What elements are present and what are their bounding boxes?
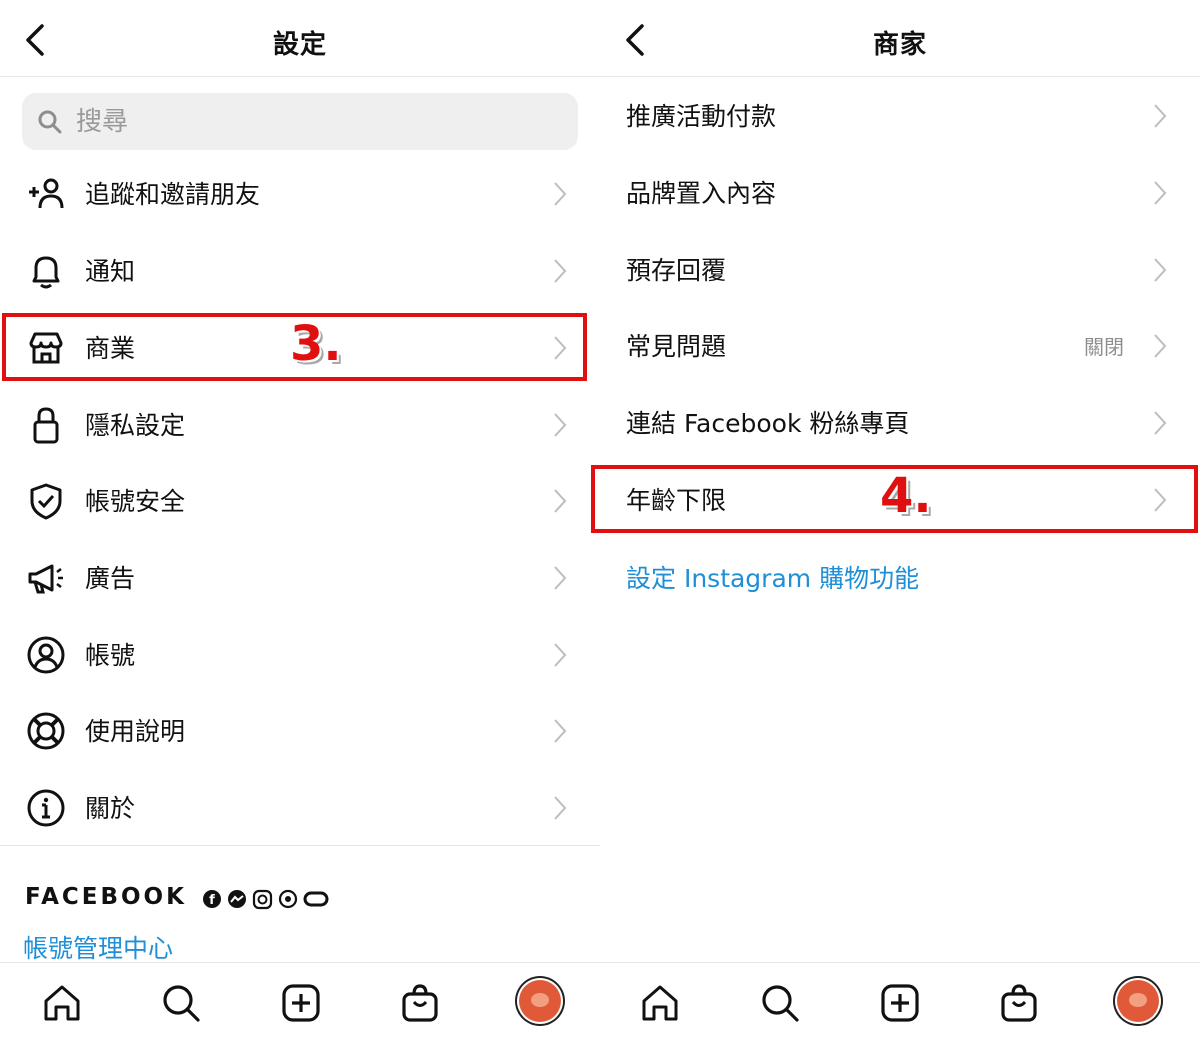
facebook-icon: f xyxy=(203,890,221,908)
accounts-center-link[interactable]: 帳號管理中心 xyxy=(23,929,173,965)
settings-item-label: 帳號 xyxy=(85,641,136,670)
settings-item-notifications[interactable]: 通知 xyxy=(0,232,600,308)
settings-item-account[interactable]: 帳號 xyxy=(0,616,600,692)
business-item-connect-facebook-page[interactable]: 連結 Facebook 粉絲專頁 xyxy=(600,384,1200,460)
business-item-branded-content[interactable]: 品牌置入內容 xyxy=(600,154,1200,230)
chevron-right-icon xyxy=(554,643,567,667)
chevron-right-icon xyxy=(554,259,567,283)
search-icon xyxy=(38,110,62,134)
business-item-faq[interactable]: 常見問題 關閉 xyxy=(600,307,1200,383)
chevron-right-icon xyxy=(1154,181,1167,205)
settings-item-label: 隱私設定 xyxy=(85,411,186,440)
profile-avatar[interactable] xyxy=(1117,980,1159,1022)
shield-check-icon xyxy=(30,483,62,520)
home-icon[interactable] xyxy=(638,981,682,1025)
business-item-label: 品牌置入內容 xyxy=(626,179,777,208)
settings-item-label: 追蹤和邀請朋友 xyxy=(85,180,261,209)
chevron-right-icon xyxy=(554,566,567,590)
business-panel: 商家 推廣活動付款 品牌置入內容 預存回覆 常見問題 關閉 連結 Faceboo… xyxy=(591,0,1200,1041)
bell-icon xyxy=(32,256,60,289)
oculus-icon xyxy=(303,891,329,907)
chevron-right-icon xyxy=(1154,411,1167,435)
user-circle-icon xyxy=(27,636,65,674)
add-person-icon xyxy=(29,178,64,209)
settings-header: 設定 xyxy=(0,0,600,77)
settings-item-label: 使用說明 xyxy=(85,717,186,746)
business-item-label: 連結 Facebook 粉絲專頁 xyxy=(626,409,910,438)
search-icon[interactable] xyxy=(159,981,203,1025)
new-post-icon[interactable] xyxy=(878,981,922,1025)
settings-item-help[interactable]: 使用說明 xyxy=(0,692,600,768)
setup-shopping-link[interactable]: 設定 Instagram 購物功能 xyxy=(626,559,919,595)
step-annotation: 3. xyxy=(290,316,342,372)
chevron-right-icon xyxy=(554,719,567,743)
chevron-right-icon xyxy=(1154,334,1167,358)
search-input[interactable] xyxy=(74,101,558,143)
home-icon[interactable] xyxy=(40,981,84,1025)
step-annotation: 4. xyxy=(880,468,932,524)
profile-avatar[interactable] xyxy=(519,980,561,1022)
status-text: 關閉 xyxy=(1084,335,1124,359)
messenger-icon xyxy=(228,890,246,908)
info-icon xyxy=(27,789,65,827)
business-item-saved-replies[interactable]: 預存回覆 xyxy=(600,231,1200,307)
settings-item-label: 通知 xyxy=(85,257,136,286)
settings-item-follow-invite[interactable]: 追蹤和邀請朋友 xyxy=(0,155,600,231)
settings-item-about[interactable]: 關於 xyxy=(0,769,600,845)
whatsapp-icon xyxy=(278,889,298,909)
lock-icon xyxy=(33,407,59,444)
business-item-label: 預存回覆 xyxy=(626,256,727,285)
business-item-promotion-payments[interactable]: 推廣活動付款 xyxy=(600,77,1200,153)
megaphone-icon xyxy=(28,564,63,594)
chevron-right-icon xyxy=(554,413,567,437)
chevron-right-icon xyxy=(1154,104,1167,128)
settings-item-label: 關於 xyxy=(85,794,136,823)
chevron-right-icon xyxy=(554,796,567,820)
instagram-icon xyxy=(252,889,273,910)
svg-text:f: f xyxy=(209,893,215,908)
chevron-right-icon xyxy=(1154,258,1167,282)
search-icon[interactable] xyxy=(758,981,802,1025)
page-title: 設定 xyxy=(272,30,327,60)
business-item-label: 推廣活動付款 xyxy=(626,102,777,131)
search-bar[interactable] xyxy=(22,93,578,150)
bottom-tab-bar xyxy=(600,962,1200,1041)
page-title: 商家 xyxy=(872,30,927,60)
business-header: 商家 xyxy=(600,0,1200,77)
shop-bag-icon[interactable] xyxy=(997,981,1041,1025)
business-item-label: 常見問題 xyxy=(626,332,727,361)
settings-item-privacy[interactable]: 隱私設定 xyxy=(0,386,600,462)
settings-item-label: 帳號安全 xyxy=(85,487,186,516)
lifebuoy-icon xyxy=(27,712,65,750)
divider xyxy=(0,845,600,846)
new-post-icon[interactable] xyxy=(279,981,323,1025)
shop-bag-icon[interactable] xyxy=(398,981,442,1025)
bottom-tab-bar xyxy=(0,962,600,1041)
meta-apps-icons: f xyxy=(203,889,329,910)
settings-item-security[interactable]: 帳號安全 xyxy=(0,462,600,538)
settings-item-label: 廣告 xyxy=(85,564,136,593)
settings-panel: 設定 追蹤和邀請朋友 通知 商業 隱私設定 帳號安全 廣告 帳號 xyxy=(0,0,600,1040)
chevron-right-icon xyxy=(554,182,567,206)
facebook-brand: FACEBOOK xyxy=(25,884,187,910)
chevron-right-icon xyxy=(554,489,567,513)
settings-item-ads[interactable]: 廣告 xyxy=(0,539,600,615)
